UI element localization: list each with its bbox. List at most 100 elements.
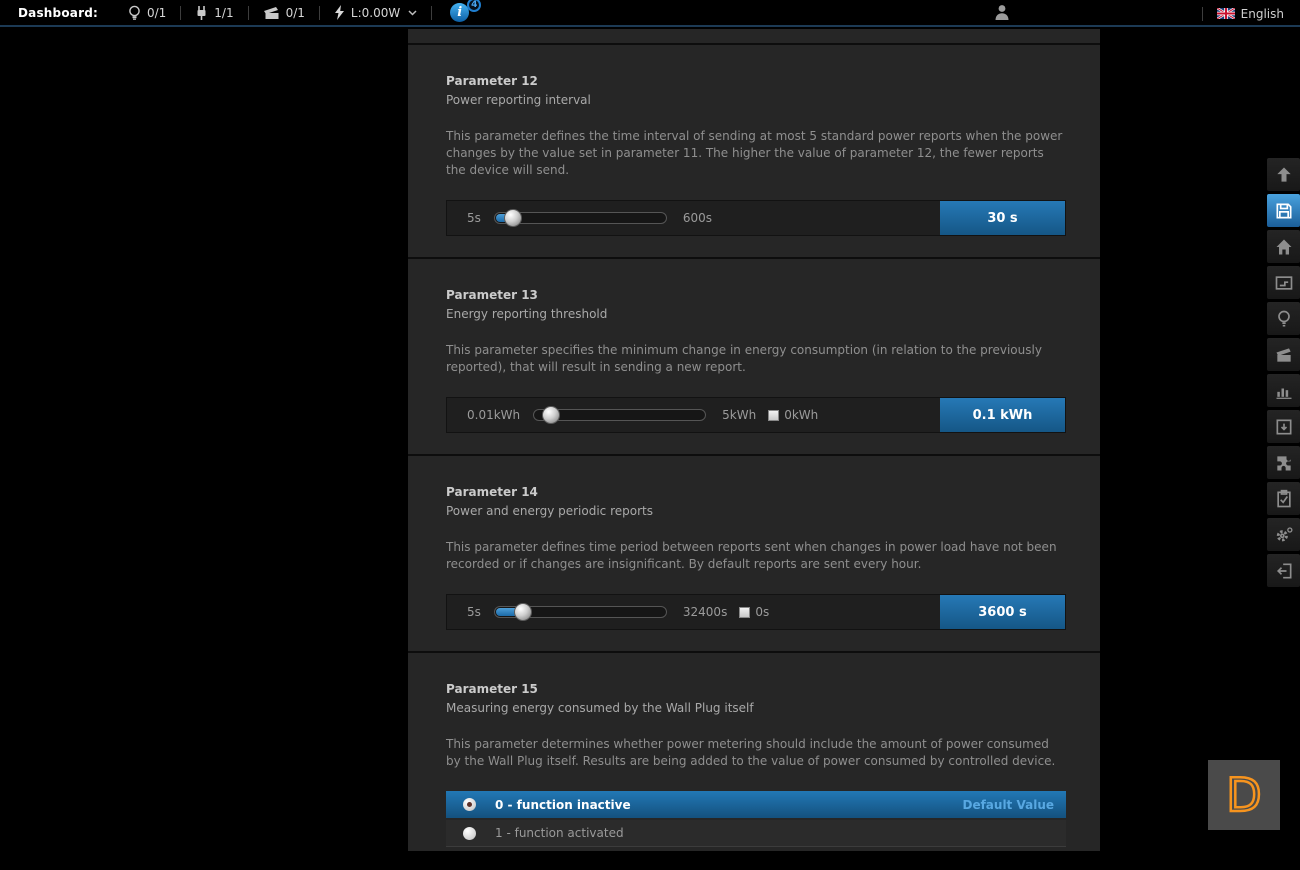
chevron-down-icon [408, 10, 417, 16]
stat-blinds-value: 0/1 [286, 6, 305, 20]
save-button[interactable] [1267, 194, 1300, 227]
radio-selected-icon[interactable] [463, 798, 476, 811]
slider-min-label: 5s [467, 605, 481, 619]
plug-icon [195, 5, 208, 21]
option-label: 1 - function activated [495, 826, 624, 840]
reports-button[interactable] [1267, 482, 1300, 515]
brand-logo: D [1208, 760, 1280, 830]
logout-icon [1274, 561, 1294, 581]
uk-flag-icon [1217, 8, 1235, 19]
dashboard-label: Dashboard: [18, 6, 98, 20]
energy-panel-button[interactable] [1267, 374, 1300, 407]
home-button[interactable] [1267, 230, 1300, 263]
zero-value-checkbox[interactable] [768, 410, 779, 421]
stat-power-load[interactable]: L:0.00W [334, 5, 417, 20]
stat-plugs-value: 1/1 [214, 6, 233, 20]
save-icon [1274, 201, 1294, 221]
configuration-button[interactable] [1267, 518, 1300, 551]
user-icon [994, 4, 1010, 21]
slider-min-label: 5s [467, 211, 481, 225]
energy-chart-icon [1274, 381, 1294, 401]
bulb-icon [128, 5, 141, 21]
parameter-12-slider[interactable] [494, 212, 667, 224]
stat-lights-value: 0/1 [147, 6, 166, 20]
parameter-13-slider[interactable] [533, 409, 706, 421]
parameter-subtitle: Power and energy periodic reports [446, 504, 1066, 518]
parameter-13-section: Parameter 13 Energy reporting threshold … [408, 259, 1100, 456]
parameter-14-control-row: 5s 32400s 0s Default 3600 s [446, 594, 1066, 630]
checkbox-label: 0kWh [784, 408, 818, 422]
user-button[interactable] [994, 4, 1010, 24]
parameter-15-section: Parameter 15 Measuring energy consumed b… [408, 653, 1100, 870]
devices-bulb-icon [1274, 309, 1294, 329]
topbar-divider [431, 6, 432, 20]
top-bar: Dashboard: 0/1 1/1 0/1 L:0.00W i 4 [0, 0, 1300, 27]
parameter-12-value[interactable]: 30 s [940, 201, 1065, 235]
brand-letter: D [1226, 772, 1261, 818]
parameter-12-control-row: 5s 600s Default 30 s [446, 200, 1066, 236]
plugins-puzzle-icon [1274, 453, 1294, 473]
parameter-subtitle: Energy reporting threshold [446, 307, 1066, 321]
topbar-divider [319, 6, 320, 20]
radio-unselected-icon[interactable] [463, 827, 476, 840]
notifications-button[interactable]: i 4 [450, 3, 469, 22]
home-icon [1274, 237, 1294, 257]
parameter-12-section: Parameter 12 Power reporting interval Th… [408, 45, 1100, 259]
topbar-divider [180, 6, 181, 20]
parameter-title: Parameter 15 [446, 682, 1066, 696]
rooms-button[interactable] [1267, 266, 1300, 299]
stat-lights[interactable]: 0/1 [128, 5, 166, 21]
topbar-divider [1202, 7, 1203, 21]
option-function-activated[interactable]: 1 - function activated [446, 820, 1066, 847]
default-value-badge: Default Value [962, 798, 1054, 812]
parameter-14-slider[interactable] [494, 606, 667, 618]
slider-max-label: 5kWh [722, 408, 756, 422]
devices-button[interactable] [1267, 302, 1300, 335]
stat-power-value: L:0.00W [351, 6, 400, 20]
parameter-15-options: 0 - function inactive Default Value 1 - … [446, 791, 1066, 847]
parameter-13-value[interactable]: 0.1 kWh [940, 398, 1065, 432]
plugins-button[interactable] [1267, 446, 1300, 479]
parameter-description: This parameter defines the time interval… [446, 128, 1066, 179]
checkbox-label: 0s [755, 605, 769, 619]
language-selector[interactable]: English [1217, 7, 1284, 21]
scenes-icon [1274, 345, 1294, 365]
notifications-count-badge: 4 [467, 0, 481, 12]
backup-box-icon [1274, 417, 1294, 437]
topbar-divider [248, 6, 249, 20]
parameter-description: This parameter defines time period betwe… [446, 539, 1066, 573]
parameters-panel: Parameter 12 Power reporting interval Th… [408, 29, 1100, 851]
parameter-title: Parameter 14 [446, 485, 1066, 499]
right-toolbar [1267, 158, 1300, 587]
scenes-button[interactable] [1267, 338, 1300, 371]
rooms-icon [1274, 273, 1294, 293]
parameter-subtitle: Power reporting interval [446, 93, 1066, 107]
power-icon [334, 5, 345, 20]
backup-button[interactable] [1267, 410, 1300, 443]
option-label: 0 - function inactive [495, 798, 631, 812]
language-label: English [1241, 7, 1284, 21]
zero-value-checkbox[interactable] [739, 607, 750, 618]
parameter-14-value[interactable]: 3600 s [940, 595, 1065, 629]
parameter-14-section: Parameter 14 Power and energy periodic r… [408, 456, 1100, 653]
slider-knob[interactable] [542, 406, 560, 424]
scroll-top-button[interactable] [1267, 158, 1300, 191]
slider-max-label: 32400s [683, 605, 727, 619]
arrow-up-icon [1274, 165, 1294, 185]
configuration-gears-icon [1274, 525, 1294, 545]
parameter-13-control-row: 0.01kWh 5kWh 0kWh Default 0.1 kWh [446, 397, 1066, 433]
stat-plugs[interactable]: 1/1 [195, 5, 233, 21]
logout-button[interactable] [1267, 554, 1300, 587]
reports-clipboard-icon [1274, 489, 1294, 509]
parameter-description: This parameter specifies the minimum cha… [446, 342, 1066, 376]
slider-knob[interactable] [514, 603, 532, 621]
parameter-title: Parameter 13 [446, 288, 1066, 302]
slider-max-label: 600s [683, 211, 712, 225]
slider-knob[interactable] [504, 209, 522, 227]
stat-blinds[interactable]: 0/1 [263, 6, 305, 20]
previous-section-edge [408, 29, 1100, 45]
parameter-title: Parameter 12 [446, 74, 1066, 88]
parameter-subtitle: Measuring energy consumed by the Wall Pl… [446, 701, 1066, 715]
option-function-inactive[interactable]: 0 - function inactive Default Value [446, 791, 1066, 818]
slider-min-label: 0.01kWh [467, 408, 520, 422]
